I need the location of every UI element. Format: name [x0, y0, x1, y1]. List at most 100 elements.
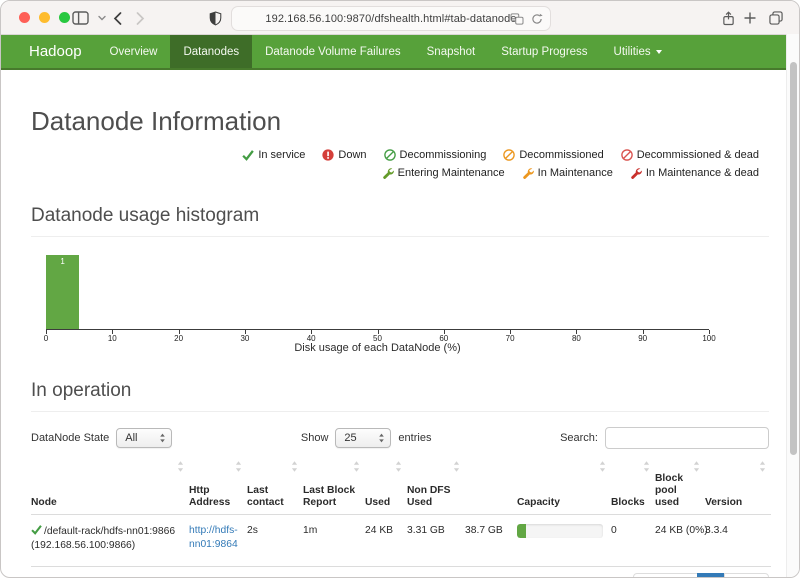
plus-icon — [744, 12, 756, 24]
reload-icon[interactable] — [531, 13, 543, 25]
col-label: Blocks — [611, 497, 645, 508]
wrench-icon — [630, 167, 642, 179]
translate-icon[interactable] — [510, 13, 524, 25]
pagination: Previous 1 Next — [633, 573, 769, 578]
col-label: Last Block Report — [303, 485, 355, 508]
in-service-check-icon — [31, 524, 42, 535]
col-label: Version — [705, 497, 742, 508]
col-header-blocks[interactable]: Blocks — [611, 459, 655, 515]
nav-items: Overview Datanodes Datanode Volume Failu… — [97, 35, 675, 68]
exclamation-circle-icon — [322, 149, 334, 161]
scrollbar-thumb[interactable] — [790, 62, 797, 455]
datanode-state-select[interactable]: All — [116, 428, 172, 448]
sort-icon — [693, 461, 700, 472]
col-header-used[interactable]: Used — [365, 459, 407, 515]
select-arrows-icon — [159, 433, 166, 444]
operation-section-title: In operation — [31, 380, 769, 412]
capacity-bar-cell — [517, 515, 611, 567]
scrollbar-track[interactable] — [786, 34, 799, 577]
sort-icon — [453, 461, 460, 472]
search-control: Search: — [560, 427, 769, 449]
search-input[interactable] — [605, 427, 769, 449]
legend-label: Entering Maintenance — [398, 167, 505, 179]
col-header-node[interactable]: Node — [31, 459, 189, 515]
sidebar-icon — [72, 11, 89, 25]
last-contact-cell: 2s — [247, 515, 303, 567]
col-label: Non DFS Used — [407, 485, 450, 508]
http-address-cell: http://hdfs-nn01:9864 — [189, 515, 247, 567]
col-header-last-contact[interactable]: Last contact — [247, 459, 303, 515]
nav-item-overview[interactable]: Overview — [97, 35, 171, 68]
tab-overview-icon — [769, 11, 783, 25]
col-header-last-block-report[interactable]: Last Block Report — [303, 459, 365, 515]
share-icon — [722, 11, 735, 26]
legend-item-decommissioning: Decommissioning — [384, 149, 487, 161]
version-cell: 3.3.4 — [705, 515, 771, 567]
search-label: Search: — [560, 432, 598, 444]
histogram-axis-ticks: 0102030405060708090100 — [46, 330, 709, 344]
browser-window: 192.168.56.100:9870/dfshealth.html#tab-d… — [0, 0, 800, 578]
privacy-shield-button[interactable] — [204, 7, 226, 29]
col-header-block-pool-used[interactable]: Block pool used — [655, 459, 705, 515]
ban-circle-icon — [503, 149, 515, 161]
new-tab-button[interactable] — [739, 7, 761, 29]
browser-toolbar: 192.168.56.100:9870/dfshealth.html#tab-d… — [1, 1, 799, 35]
legend-item-decommissioned: Decommissioned — [503, 149, 603, 161]
capacity-bar-fill — [517, 524, 526, 538]
nav-item-datanodes[interactable]: Datanodes — [170, 35, 252, 68]
brand-hadoop[interactable]: Hadoop — [1, 35, 97, 68]
close-window-icon[interactable] — [19, 12, 30, 23]
legend-label: In Maintenance — [538, 167, 613, 179]
caret-down-icon — [656, 50, 662, 54]
back-button[interactable] — [106, 7, 128, 29]
col-label: Used — [365, 497, 390, 508]
chevron-down-icon — [98, 15, 106, 21]
table-header-row: Node Http Address Last contact Last Bloc… — [31, 459, 771, 515]
block-pool-used-cell: 24 KB (0%) — [655, 515, 705, 567]
ban-circle-icon — [384, 149, 396, 161]
http-address-link[interactable]: http://hdfs-nn01:9864 — [189, 524, 243, 552]
previous-page-button[interactable]: Previous — [633, 573, 698, 578]
legend-label: Decommissioning — [400, 149, 487, 161]
col-header-non-dfs-used[interactable]: Non DFS Used — [407, 459, 465, 515]
sidebar-toggle-button[interactable] — [69, 7, 91, 29]
legend-item-entering-maintenance: Entering Maintenance — [382, 167, 505, 179]
page-length-value: 25 — [344, 432, 356, 444]
forward-button[interactable] — [129, 7, 151, 29]
ban-circle-icon — [621, 149, 633, 161]
share-button[interactable] — [717, 7, 739, 29]
datanode-state-legend: In service Down Decommissioning Decommis… — [31, 149, 769, 179]
col-label: Capacity — [517, 497, 560, 508]
table-row: /default-rack/hdfs-nn01:9866 (192.168.56… — [31, 515, 771, 567]
col-label: Node — [31, 497, 57, 508]
nav-item-snapshot[interactable]: Snapshot — [414, 35, 489, 68]
sort-icon — [353, 461, 360, 472]
node-ip: (192.168.56.100:9866) — [31, 540, 135, 551]
tab-overview-button[interactable] — [765, 7, 787, 29]
traffic-lights — [19, 12, 70, 23]
page-1-button[interactable]: 1 — [697, 573, 725, 578]
col-label: Http Address — [189, 485, 230, 508]
page-length-select[interactable]: 25 — [335, 428, 391, 448]
url-field[interactable]: 192.168.56.100:9870/dfshealth.html#tab-d… — [231, 6, 551, 31]
col-header-version[interactable]: Version — [705, 459, 771, 515]
datanode-usage-histogram: 1 0102030405060708090100 Disk usage of e… — [31, 253, 769, 354]
datanode-state-control: DataNode State All — [31, 428, 172, 448]
col-header-capacity-value — [465, 459, 517, 515]
legend-item-in-service: In service — [242, 149, 305, 161]
nav-item-utilities[interactable]: Utilities — [601, 35, 675, 68]
legend-item-in-maintenance-dead: In Maintenance & dead — [630, 167, 759, 179]
col-header-http-address[interactable]: Http Address — [189, 459, 247, 515]
legend-row-1: In service Down Decommissioning Decommis… — [31, 149, 769, 161]
nav-item-datanode-volume-failures[interactable]: Datanode Volume Failures — [252, 35, 414, 68]
legend-label: Decommissioned & dead — [637, 149, 759, 161]
sort-icon — [759, 461, 766, 472]
col-header-capacity[interactable]: Capacity — [517, 459, 611, 515]
table-controls: DataNode State All Show 25 entries Searc… — [31, 427, 769, 449]
nav-item-startup-progress[interactable]: Startup Progress — [488, 35, 600, 68]
wrench-icon — [522, 167, 534, 179]
sort-icon — [291, 461, 298, 472]
next-page-button[interactable]: Next — [724, 573, 769, 578]
histogram-bar: 1 — [46, 255, 79, 329]
minimize-window-icon[interactable] — [39, 12, 50, 23]
